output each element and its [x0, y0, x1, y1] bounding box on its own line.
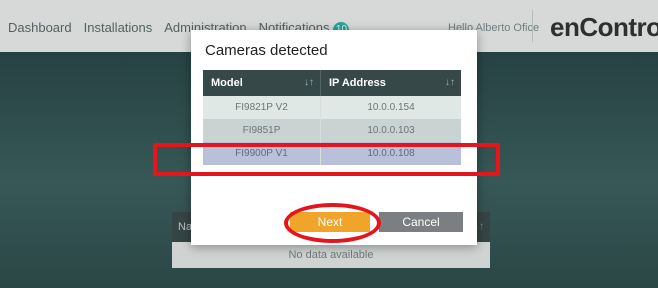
- highlight-rectangle-annotation: [153, 143, 500, 176]
- modal-title: Cameras detected: [205, 42, 328, 59]
- cell-model: FI9821P V2: [203, 96, 321, 119]
- cell-model: FI9851P: [203, 119, 321, 142]
- table-row[interactable]: FI9851P 10.0.0.103: [203, 119, 461, 142]
- column-header-ip-label: IP Address: [329, 77, 386, 89]
- sort-icon[interactable]: ↓↑: [445, 70, 455, 96]
- cell-ip: 10.0.0.103: [367, 125, 415, 136]
- column-header-model[interactable]: Model ↓↑: [203, 70, 321, 96]
- column-header-ip[interactable]: IP Address ↓↑: [321, 70, 461, 96]
- cameras-table-header: Model ↓↑ IP Address ↓↑: [203, 70, 461, 96]
- cancel-button[interactable]: Cancel: [379, 212, 463, 232]
- highlight-oval-annotation: [284, 203, 381, 243]
- cell-ip: 10.0.0.154: [367, 102, 415, 113]
- table-row[interactable]: FI9821P V2 10.0.0.154: [203, 96, 461, 119]
- sort-icon[interactable]: ↓↑: [304, 70, 314, 96]
- column-header-model-label: Model: [211, 77, 243, 89]
